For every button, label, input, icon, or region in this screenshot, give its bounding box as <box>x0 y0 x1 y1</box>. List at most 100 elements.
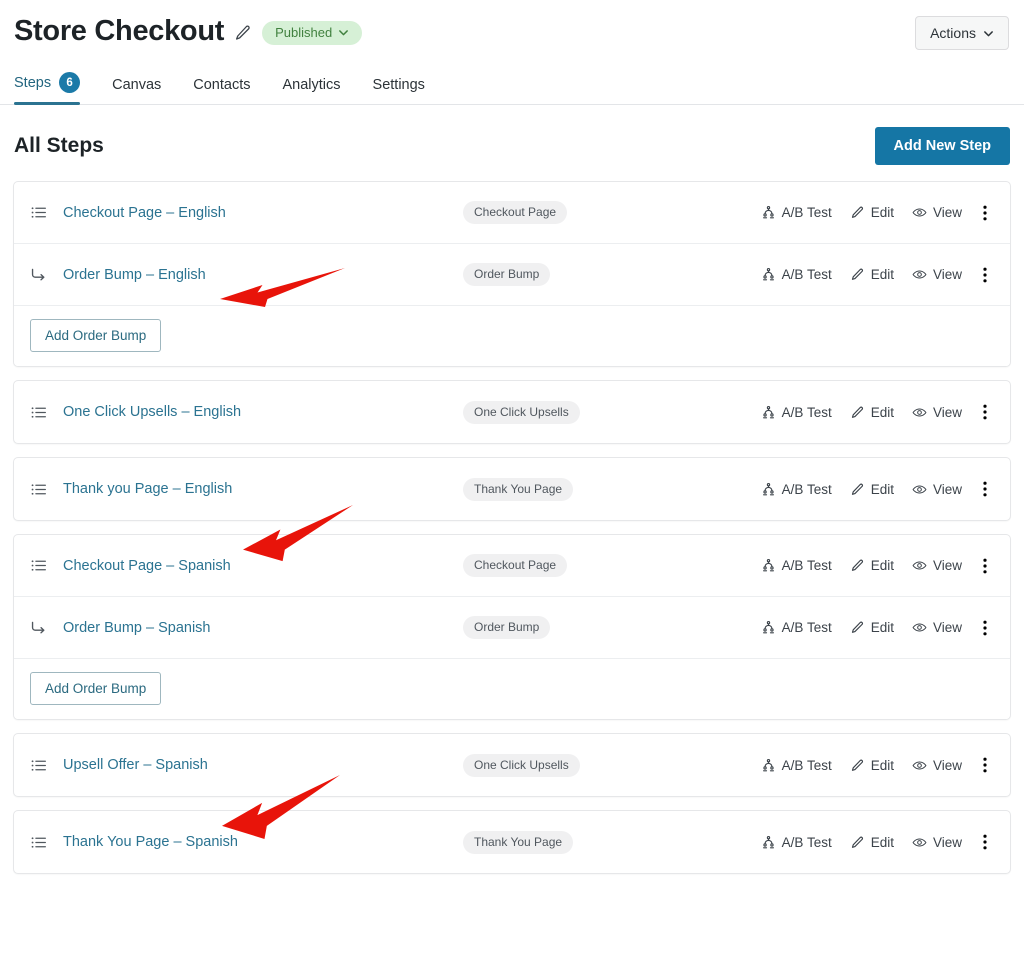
ab-test-icon <box>761 267 776 282</box>
pencil-icon <box>850 620 865 635</box>
view-button-label: View <box>932 267 962 282</box>
eye-icon <box>912 482 927 497</box>
more-options-icon[interactable] <box>971 477 993 501</box>
edit-button[interactable]: Edit <box>841 754 903 777</box>
more-options-icon[interactable] <box>971 753 993 777</box>
status-badge-label: Published <box>275 24 333 40</box>
step-group: Checkout Page – Spanish Checkout Page A/B … <box>13 534 1011 720</box>
pencil-icon <box>850 405 865 420</box>
step-row: Checkout Page – Spanish Checkout Page A/B … <box>14 535 1010 597</box>
funnel-steps-page: Store Checkout Published Actions Steps 6 C… <box>0 0 1024 969</box>
step-row: Checkout Page – English Checkout Page A/B … <box>14 182 1010 244</box>
view-button[interactable]: View <box>903 831 971 854</box>
step-name-link[interactable]: Order Bump – English <box>63 267 463 283</box>
tab-settings[interactable]: Settings <box>357 77 441 104</box>
step-name-link[interactable]: One Click Upsells – English <box>63 404 463 420</box>
ab-test-button-label: A/B Test <box>781 834 832 850</box>
more-options-icon[interactable] <box>971 554 993 578</box>
ab-test-button[interactable]: A/B Test <box>752 554 841 577</box>
edit-button-label: Edit <box>870 481 894 497</box>
pencil-icon <box>850 482 865 497</box>
ab-test-button[interactable]: A/B Test <box>752 754 841 777</box>
title-area: Store Checkout Published <box>14 15 363 48</box>
row-actions: A/B Test Edit View <box>752 753 993 777</box>
step-type-cell: Thank You Page <box>463 477 723 501</box>
edit-button[interactable]: Edit <box>841 478 903 501</box>
page-title: Store Checkout <box>14 15 225 47</box>
step-name-link[interactable]: Upsell Offer – Spanish <box>63 757 463 773</box>
tab-steps[interactable]: Steps 6 <box>14 72 96 105</box>
list-icon <box>30 404 52 421</box>
tab-contacts[interactable]: Contacts <box>177 77 266 104</box>
ab-test-button[interactable]: A/B Test <box>752 831 841 854</box>
more-options-icon[interactable] <box>971 830 993 854</box>
step-row: Thank you Page – English Thank You Page A/… <box>14 458 1010 520</box>
list-icon <box>30 757 52 774</box>
ab-test-button[interactable]: A/B Test <box>752 616 841 639</box>
tab-label: Canvas <box>112 77 162 93</box>
actions-button-label: Actions <box>930 25 976 41</box>
edit-button[interactable]: Edit <box>841 201 903 224</box>
tab-canvas[interactable]: Canvas <box>96 77 177 104</box>
step-group: Thank you Page – English Thank You Page A/… <box>13 457 1011 521</box>
edit-button-label: Edit <box>870 404 894 420</box>
step-type-badge: Checkout Page <box>463 201 568 224</box>
list-icon <box>30 834 52 851</box>
eye-icon <box>912 267 927 282</box>
step-name-link[interactable]: Thank You Page – Spanish <box>63 834 463 850</box>
edit-button[interactable]: Edit <box>841 554 903 577</box>
more-options-icon[interactable] <box>971 616 993 640</box>
edit-button[interactable]: Edit <box>841 263 903 286</box>
more-options-icon[interactable] <box>971 201 993 225</box>
pencil-icon[interactable] <box>234 24 252 42</box>
view-button[interactable]: View <box>903 263 971 286</box>
ab-test-button[interactable]: A/B Test <box>752 263 841 286</box>
view-button[interactable]: View <box>903 401 971 424</box>
view-button-label: View <box>932 481 962 497</box>
view-button[interactable]: View <box>903 554 971 577</box>
step-type-badge: Order Bump <box>463 616 551 639</box>
step-type-badge: Order Bump <box>463 263 551 286</box>
step-row: One Click Upsells – English One Click Ups… <box>14 381 1010 443</box>
view-button[interactable]: View <box>903 754 971 777</box>
tab-analytics[interactable]: Analytics <box>267 77 357 104</box>
add-new-step-button[interactable]: Add New Step <box>874 127 1010 165</box>
ab-test-button[interactable]: A/B Test <box>752 201 841 224</box>
more-options-icon[interactable] <box>971 263 993 287</box>
step-type-cell: One Click Upsells <box>463 753 723 777</box>
step-group: Upsell Offer – Spanish One Click Upsells A… <box>13 733 1011 797</box>
add-order-bump-button[interactable]: Add Order Bump <box>30 672 162 705</box>
step-row: Thank You Page – Spanish Thank You Page A/… <box>14 811 1010 873</box>
step-name-link[interactable]: Checkout Page – Spanish <box>63 558 463 574</box>
ab-test-button-label: A/B Test <box>781 558 832 573</box>
eye-icon <box>912 620 927 635</box>
view-button[interactable]: View <box>903 616 971 639</box>
list-icon <box>30 204 52 221</box>
step-type-badge: Thank You Page <box>463 830 574 854</box>
add-order-bump-footer: Add Order Bump <box>14 659 1010 719</box>
actions-button[interactable]: Actions <box>915 16 1009 50</box>
step-type-badge: One Click Upsells <box>463 753 580 777</box>
ab-test-button-label: A/B Test <box>781 757 832 773</box>
view-button[interactable]: View <box>903 478 971 501</box>
status-badge[interactable]: Published <box>262 20 363 45</box>
tab-label: Contacts <box>193 77 251 93</box>
ab-test-icon <box>761 835 776 850</box>
ab-test-button[interactable]: A/B Test <box>752 478 841 501</box>
edit-button[interactable]: Edit <box>841 616 903 639</box>
pencil-icon <box>850 205 865 220</box>
step-name-link[interactable]: Order Bump – Spanish <box>63 620 463 636</box>
add-order-bump-button[interactable]: Add Order Bump <box>30 319 162 352</box>
view-button[interactable]: View <box>903 201 971 224</box>
ab-test-button-label: A/B Test <box>781 481 832 497</box>
step-type-badge: Thank You Page <box>463 477 574 501</box>
step-type-cell: Checkout Page <box>463 554 723 577</box>
step-name-link[interactable]: Thank you Page – English <box>63 481 463 497</box>
step-name-link[interactable]: Checkout Page – English <box>63 205 463 221</box>
edit-button[interactable]: Edit <box>841 831 903 854</box>
more-options-icon[interactable] <box>971 400 993 424</box>
edit-button-label: Edit <box>870 834 894 850</box>
ab-test-button[interactable]: A/B Test <box>752 401 841 424</box>
row-actions: A/B Test Edit View <box>752 400 993 424</box>
edit-button[interactable]: Edit <box>841 401 903 424</box>
